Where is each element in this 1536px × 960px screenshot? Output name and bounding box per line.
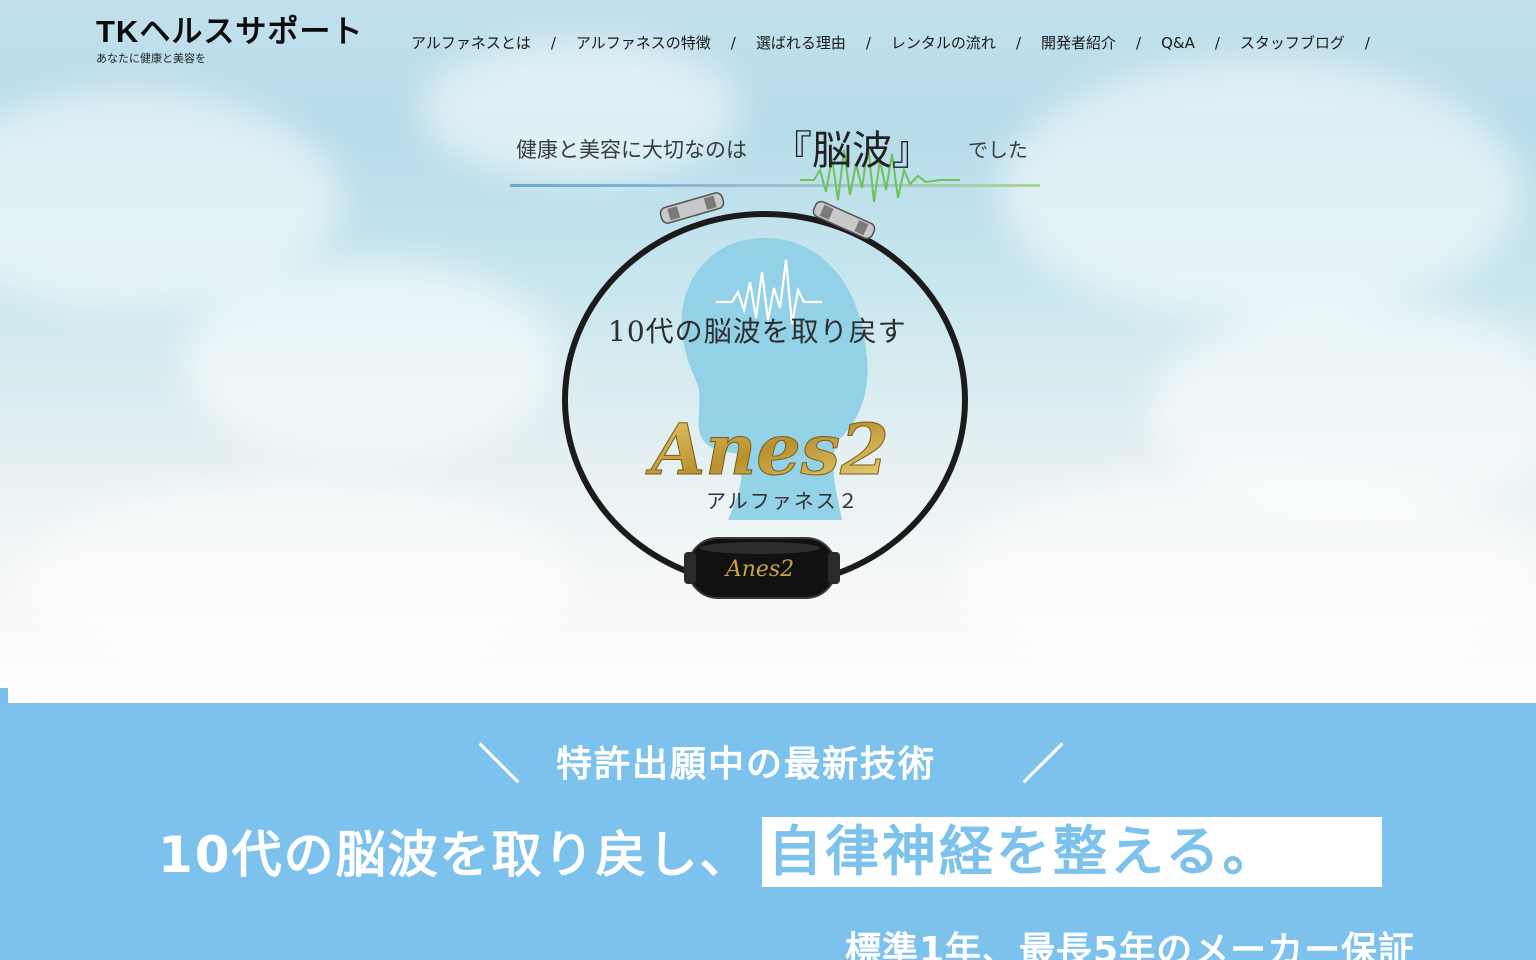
product-logo: Anes2 <box>645 412 890 492</box>
product-name-kana: アルファネス２ <box>706 489 860 513</box>
cloud <box>1000 60 1520 320</box>
nav-item-features[interactable]: アルファネスの特徴 <box>576 33 711 53</box>
headline-pre: 健康と美容に大切なのは <box>516 138 747 162</box>
hero-section: TKヘルスサポート あなたに健康と美容を アルファネスとは / アルファネスの特… <box>0 0 1536 703</box>
edge-accent <box>0 688 8 703</box>
warranty-text: 標準1年、最長5年のメーカー保証 <box>845 930 1416 960</box>
nav-separator: / <box>1136 34 1142 52</box>
product-necklace-image: Anes2 <box>562 192 968 599</box>
main-nav: アルファネスとは / アルファネスの特徴 / 選ばれる理由 / レンタルの流れ … <box>411 32 1390 54</box>
band-subheading: 特許出願中の最新技術 <box>556 744 937 785</box>
band-main-text: 10代の脳波を取り戻し、 <box>158 826 752 884</box>
brand-tagline: あなたに健康と美容を <box>96 52 206 65</box>
product-logo-text: Anes2 <box>645 412 889 491</box>
nav-item-qa[interactable]: Q&A <box>1161 33 1195 53</box>
feature-band: ＼ 特許出願中の最新技術 ／ 10代の脳波を取り戻し、 自律神経を整える。 標準… <box>0 703 1536 960</box>
nav-separator: / <box>550 34 556 52</box>
cloud <box>180 260 560 460</box>
brand[interactable]: TKヘルスサポート あなたに健康と美容を <box>96 14 363 66</box>
nav-separator: / <box>730 34 736 52</box>
slash-left: ＼ <box>478 740 521 789</box>
nav-item-about[interactable]: アルファネスとは <box>411 33 531 53</box>
nav-item-staff-blog[interactable]: スタッフブログ <box>1240 33 1345 53</box>
slash-right: ／ <box>1022 740 1065 789</box>
nav-separator: / <box>1214 34 1220 52</box>
headline-key: 『脳波』 <box>772 128 932 174</box>
brand-name[interactable]: TKヘルスサポート <box>96 14 363 50</box>
nav-separator: / <box>1364 34 1370 52</box>
nav-item-rental-flow[interactable]: レンタルの流れ <box>891 33 996 53</box>
nav-separator: / <box>1015 34 1021 52</box>
cloud <box>20 480 580 680</box>
nav-item-developer[interactable]: 開発者紹介 <box>1041 33 1116 53</box>
headline-post: でした <box>968 138 1028 162</box>
pendant-logo: Anes2 <box>724 557 794 582</box>
band-highlight: 自律神経を整える。 <box>762 817 1382 887</box>
site-header: TKヘルスサポート あなたに健康と美容を アルファネスとは / アルファネスの特… <box>0 0 1536 80</box>
nav-item-reasons[interactable]: 選ばれる理由 <box>756 33 846 53</box>
hero-headline: 健康と美容に大切なのは 『脳波』 でした <box>510 118 1040 203</box>
cloud <box>950 470 1536 690</box>
nav-separator: / <box>865 34 871 52</box>
hero-tagline: 10代の脳波を取り戻す <box>608 315 907 348</box>
